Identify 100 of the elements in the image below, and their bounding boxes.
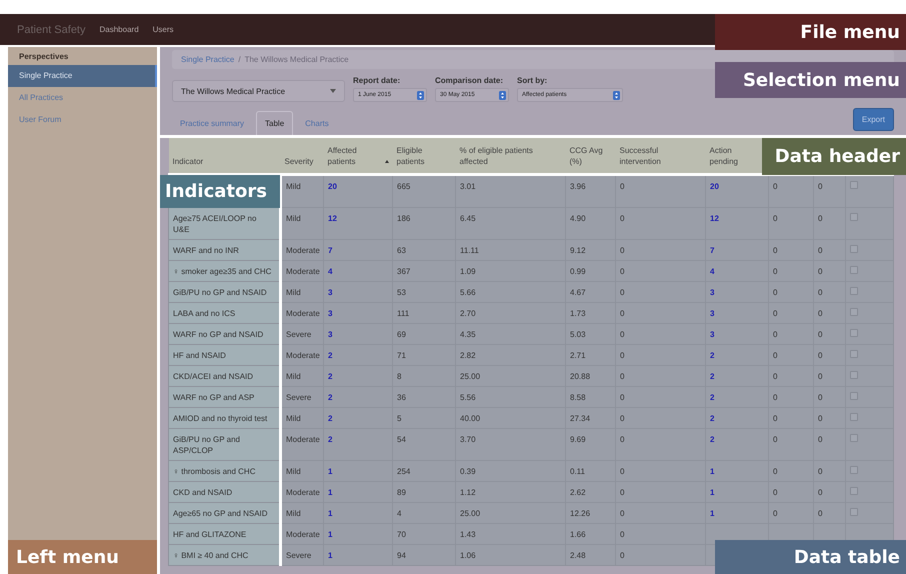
checkbox[interactable]: [850, 371, 858, 379]
checkbox[interactable]: [850, 487, 858, 495]
patient-count-link[interactable]: 3: [328, 288, 332, 297]
table-cell: WARF no GP and ASP: [173, 393, 254, 402]
sidebar-item[interactable]: Single Practice: [8, 65, 157, 87]
patient-count-link[interactable]: 1: [328, 509, 332, 518]
patient-count-link[interactable]: 4: [328, 267, 332, 276]
patient-count-link[interactable]: 7: [328, 246, 332, 255]
table-cell: 0: [620, 467, 624, 476]
table-cell: 0: [818, 182, 822, 191]
table-cell: 3.70: [460, 435, 476, 444]
patient-count-link[interactable]: 20: [328, 182, 337, 191]
patient-count-link[interactable]: 2: [710, 393, 714, 402]
patient-count-link[interactable]: 2: [328, 435, 332, 444]
patient-count-link[interactable]: 3: [328, 309, 332, 318]
patient-count-link[interactable]: 1: [710, 488, 714, 497]
column-header[interactable]: % of eligible patients affected: [460, 145, 556, 167]
column-header[interactable]: Severity: [284, 156, 314, 167]
patient-count-link[interactable]: 3: [328, 330, 332, 339]
patient-count-link[interactable]: 2: [328, 372, 332, 381]
checkbox[interactable]: [850, 350, 858, 358]
checkbox[interactable]: [850, 434, 858, 442]
tab[interactable]: Practice summary: [172, 112, 252, 135]
stepper-icon: [417, 90, 424, 100]
checkbox[interactable]: [850, 308, 858, 316]
tab[interactable]: Charts: [297, 112, 337, 135]
column-header[interactable]: Eligible patients: [396, 145, 446, 167]
app-title[interactable]: Patient Safety: [17, 24, 86, 36]
table-cell: 0: [818, 509, 822, 518]
practice-dropdown[interactable]: The Willows Medical Practice: [172, 80, 345, 102]
patient-count-link[interactable]: 2: [328, 414, 332, 423]
table-cell: 0: [620, 414, 624, 423]
patient-count-link[interactable]: 3: [710, 309, 714, 318]
nav-link[interactable]: Dashboard: [100, 25, 139, 34]
table-cell: 25.00: [460, 509, 480, 518]
tab[interactable]: Table: [256, 111, 294, 135]
patient-count-link[interactable]: 1: [328, 530, 332, 539]
patient-count-link[interactable]: 3: [710, 288, 714, 297]
patient-count-link[interactable]: 1: [710, 509, 714, 518]
patient-count-link[interactable]: 2: [710, 351, 714, 360]
table-cell: 0: [773, 467, 778, 476]
column-header[interactable]: Action pending: [710, 145, 758, 167]
patient-count-link[interactable]: 1: [328, 551, 332, 560]
patient-count-link[interactable]: 1: [328, 488, 332, 497]
patient-count-link[interactable]: 1: [328, 467, 332, 476]
table-cell: 4: [397, 509, 402, 518]
table-cell: 0: [620, 393, 624, 402]
checkbox[interactable]: [850, 181, 858, 189]
nav-link[interactable]: Users: [152, 25, 174, 34]
table-cell: Severe: [286, 551, 312, 560]
table-cell: 2.82: [460, 351, 476, 360]
patient-count-link[interactable]: 2: [328, 351, 332, 360]
patient-count-link[interactable]: 3: [710, 330, 714, 339]
checkbox[interactable]: [850, 266, 858, 274]
table-cell: LABA and no ICS: [173, 309, 236, 318]
breadcrumb-link[interactable]: The Willows Medical Practice: [244, 55, 349, 64]
patient-count-link[interactable]: 2: [710, 414, 714, 423]
column-header[interactable]: Indicator: [172, 156, 204, 167]
export-button[interactable]: Export: [852, 108, 894, 131]
sort-icon[interactable]: [384, 160, 388, 163]
checkbox[interactable]: [850, 213, 858, 221]
table-cell: 0: [620, 488, 624, 497]
checkbox[interactable]: [850, 508, 858, 516]
table-cell: 0: [818, 393, 822, 402]
table-cell: 2.48: [570, 551, 586, 560]
table-cell: ♀ smoker age≥35 and CHC: [173, 267, 272, 276]
stepper-icon: [613, 90, 620, 100]
patient-count-link[interactable]: 20: [710, 182, 719, 191]
table-cell: 8: [397, 372, 402, 381]
table-cell: Moderate: [286, 309, 320, 318]
checkbox[interactable]: [850, 413, 858, 421]
table-cell: 1.66: [570, 530, 586, 539]
table-cell: 8.58: [570, 393, 586, 402]
column-header[interactable]: Successful intervention: [620, 145, 696, 167]
sidebar-item[interactable]: All Practices: [8, 87, 157, 109]
checkbox[interactable]: [850, 287, 858, 295]
table-cell: 5: [397, 414, 402, 423]
checkbox[interactable]: [850, 245, 858, 253]
table-cell: 4.90: [570, 214, 586, 223]
table-cell: 0: [620, 435, 624, 444]
checkbox[interactable]: [850, 392, 858, 400]
sidebar-item[interactable]: User Forum: [8, 109, 157, 131]
patient-count-link[interactable]: 7: [710, 246, 714, 255]
table-cell: 1.06: [460, 551, 476, 560]
column-header[interactable]: Affected patients: [328, 145, 382, 167]
patient-count-link[interactable]: 2: [710, 435, 714, 444]
patient-count-link[interactable]: 12: [328, 214, 337, 223]
patient-count-link[interactable]: 4: [710, 267, 714, 276]
table-cell: 0: [620, 551, 624, 560]
patient-count-link[interactable]: 12: [710, 214, 719, 223]
column-header[interactable]: CCG Avg (%): [570, 145, 606, 167]
table-cell: 0: [818, 330, 822, 339]
patient-count-link[interactable]: 2: [328, 393, 332, 402]
table-cell: 186: [397, 214, 410, 223]
table-cell: 0: [773, 435, 778, 444]
breadcrumb-link[interactable]: Single Practice: [181, 55, 234, 64]
patient-count-link[interactable]: 2: [710, 372, 714, 381]
patient-count-link[interactable]: 1: [710, 467, 714, 476]
checkbox[interactable]: [850, 466, 858, 474]
checkbox[interactable]: [850, 329, 858, 337]
